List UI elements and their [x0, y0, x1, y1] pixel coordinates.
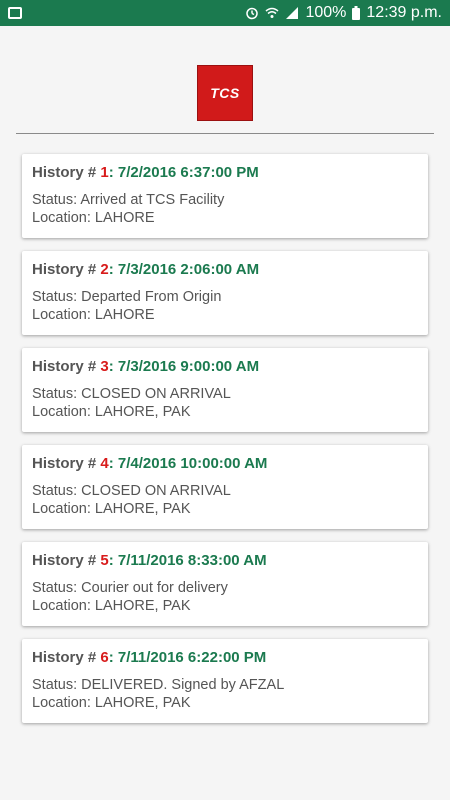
history-label: History # [32, 261, 101, 278]
history-status: Status: CLOSED ON ARRIVAL [32, 386, 231, 402]
battery-icon [352, 6, 361, 20]
logo-text: TCS [210, 85, 240, 101]
history-number: 4 [100, 455, 109, 472]
history-card: History # 3: 7/3/2016 9:00:00 AM Status:… [22, 348, 428, 432]
wifi-icon [265, 6, 279, 20]
gallery-notification-icon [8, 7, 22, 19]
history-label: History # [32, 164, 101, 181]
history-label: History # [32, 455, 101, 472]
battery-percent: 100% [305, 4, 347, 21]
history-status: Status: DELIVERED. Signed by AFZAL [32, 677, 285, 693]
history-card: History # 1: 7/2/2016 6:37:00 PM Status:… [22, 154, 428, 238]
history-location: Location: LAHORE, PAK [32, 598, 191, 614]
alarm-icon [245, 6, 259, 20]
history-title: History # 5: 7/11/2016 8:33:00 AM [32, 552, 418, 569]
history-title: History # 4: 7/4/2016 10:00:00 AM [32, 455, 418, 472]
history-date: : 7/11/2016 6:22:00 PM [108, 649, 267, 666]
history-number: 3 [100, 358, 109, 375]
history-card: History # 2: 7/3/2016 2:06:00 AM Status:… [22, 251, 428, 335]
history-title: History # 6: 7/11/2016 6:22:00 PM [32, 649, 418, 666]
history-status: Status: Departed From Origin [32, 289, 222, 305]
history-status: Status: Arrived at TCS Facility [32, 192, 225, 208]
history-location: Location: LAHORE, PAK [32, 501, 191, 517]
history-number: 2 [100, 261, 109, 278]
history-card: History # 5: 7/11/2016 8:33:00 AM Status… [22, 542, 428, 626]
history-card: History # 4: 7/4/2016 10:00:00 AM Status… [22, 445, 428, 529]
history-date: : 7/3/2016 2:06:00 AM [108, 261, 260, 278]
history-date: : 7/3/2016 9:00:00 AM [108, 358, 260, 375]
history-title: History # 2: 7/3/2016 2:06:00 AM [32, 261, 418, 278]
history-title: History # 1: 7/2/2016 6:37:00 PM [32, 164, 418, 181]
history-date: : 7/2/2016 6:37:00 PM [108, 164, 259, 181]
history-location: Location: LAHORE, PAK [32, 404, 191, 420]
history-label: History # [32, 358, 101, 375]
history-location: Location: LAHORE, PAK [32, 695, 191, 711]
history-label: History # [32, 649, 101, 666]
history-location: Location: LAHORE [32, 307, 155, 323]
tcs-logo: TCS [197, 65, 253, 121]
history-date: : 7/11/2016 8:33:00 AM [108, 552, 267, 569]
history-status: Status: Courier out for delivery [32, 580, 228, 596]
history-title: History # 3: 7/3/2016 9:00:00 AM [32, 358, 418, 375]
signal-icon [285, 6, 299, 20]
history-card: History # 6: 7/11/2016 6:22:00 PM Status… [22, 639, 428, 723]
history-number: 5 [100, 552, 109, 569]
history-number: 6 [100, 649, 109, 666]
clock-time: 12:39 p.m. [366, 4, 442, 21]
history-number: 1 [100, 164, 109, 181]
status-bar: 100% 12:39 p.m. [0, 0, 450, 26]
history-label: History # [32, 552, 101, 569]
history-date: : 7/4/2016 10:00:00 AM [108, 455, 268, 472]
history-list: History # 1: 7/2/2016 6:37:00 PM Status:… [0, 134, 450, 723]
history-location: Location: LAHORE [32, 210, 155, 226]
history-status: Status: CLOSED ON ARRIVAL [32, 483, 231, 499]
